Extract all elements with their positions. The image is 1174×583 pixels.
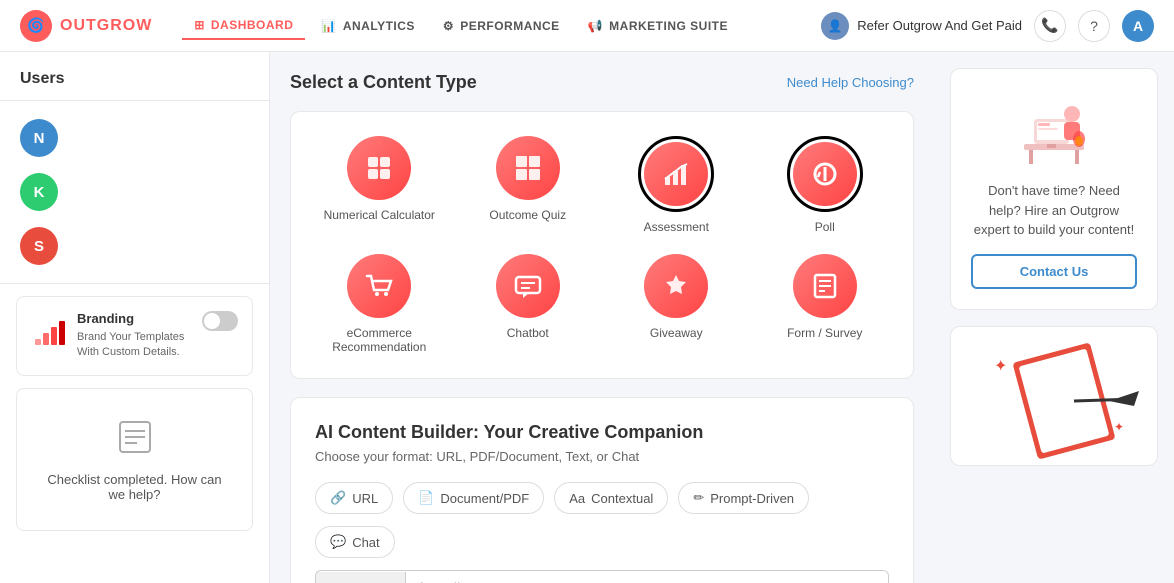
content-type-grid-card: Numerical Calculator Outcome Quiz — [290, 111, 914, 379]
add-link-row: ADD LINK — [315, 570, 889, 583]
expert-illustration — [1014, 89, 1094, 169]
content-type-poll[interactable]: Poll — [761, 136, 890, 234]
branding-toggle[interactable] — [202, 311, 238, 331]
main-nav: ⊞ DASHBOARD 📊 ANALYTICS ⚙ PERFORMANCE 📢 … — [182, 12, 740, 40]
contextual-icon: Aa — [569, 491, 585, 506]
numerical-calculator-label: Numerical Calculator — [324, 208, 435, 222]
nav-dashboard[interactable]: ⊞ DASHBOARD — [182, 12, 305, 40]
outcome-quiz-label: Outcome Quiz — [489, 208, 566, 222]
prompt-icon: ✏ — [693, 490, 704, 506]
logo-text: OUTGROW — [60, 17, 152, 35]
sidebar: Users N K S — [0, 52, 270, 583]
form-survey-label: Form / Survey — [787, 326, 862, 340]
content-type-numerical-calculator[interactable]: Numerical Calculator — [315, 136, 444, 234]
header-right: 👤 Refer Outgrow And Get Paid 📞 ? A — [821, 10, 1154, 42]
marketing-icon: 📢 — [588, 19, 603, 33]
logo-icon: 🌀 — [20, 10, 52, 42]
expert-description: Don't have time? Need help? Hire an Outg… — [971, 181, 1137, 240]
contextual-format-button[interactable]: Aa Contextual — [554, 482, 668, 514]
assessment-icon — [644, 142, 708, 206]
poll-label: Poll — [815, 220, 835, 234]
content-type-chatbot[interactable]: Chatbot — [464, 254, 593, 354]
chat-format-button[interactable]: 💬 Chat — [315, 526, 395, 558]
promo-illustration: ✦ ✦ — [950, 326, 1158, 466]
expert-card: Don't have time? Need help? Hire an Outg… — [950, 68, 1158, 310]
branding-text: Branding Brand Your Templates With Custo… — [77, 311, 192, 361]
user-avatar-k: K — [20, 173, 58, 211]
contact-us-button[interactable]: Contact Us — [971, 254, 1137, 289]
user-avatar-n: N — [20, 119, 58, 157]
branding-desc: Brand Your Templates With Custom Details… — [77, 330, 192, 361]
content-type-giveaway[interactable]: Giveaway — [612, 254, 741, 354]
content-type-title: Select a Content Type — [290, 72, 477, 93]
ecommerce-icon — [347, 254, 411, 318]
help-choosing-link[interactable]: Need Help Choosing? — [787, 75, 914, 90]
branding-title: Branding — [77, 311, 192, 326]
numerical-calculator-icon — [347, 136, 411, 200]
ecommerce-label: eCommerce Recommendation — [315, 326, 444, 354]
format-buttons-row2: 💬 Chat — [315, 526, 889, 558]
content-header: Select a Content Type Need Help Choosing… — [290, 72, 914, 93]
prompt-format-button[interactable]: ✏ Prompt-Driven — [678, 482, 809, 514]
chatbot-icon — [496, 254, 560, 318]
main-content: Select a Content Type Need Help Choosing… — [270, 52, 934, 583]
phone-button[interactable]: 📞 — [1034, 10, 1066, 42]
content-type-grid: Numerical Calculator Outcome Quiz — [315, 136, 889, 354]
user-item[interactable]: K — [0, 165, 269, 219]
performance-icon: ⚙ — [443, 19, 454, 33]
main-layout: Users N K S — [0, 52, 1174, 583]
user-list: N K S — [0, 101, 269, 283]
giveaway-icon — [644, 254, 708, 318]
checklist-icon — [45, 417, 224, 464]
poll-selected-border — [787, 136, 863, 212]
content-type-form-survey[interactable]: Form / Survey — [761, 254, 890, 354]
user-avatar[interactable]: A — [1122, 10, 1154, 42]
ai-builder-subtitle: Choose your format: URL, PDF/Document, T… — [315, 449, 889, 464]
nav-performance[interactable]: ⚙ PERFORMANCE — [431, 13, 572, 39]
chatbot-label: Chatbot — [507, 326, 549, 340]
giveaway-label: Giveaway — [650, 326, 703, 340]
toggle-thumb — [204, 313, 220, 329]
refer-avatar: 👤 — [821, 12, 849, 40]
right-panel: Don't have time? Need help? Hire an Outg… — [934, 52, 1174, 583]
svg-text:✦: ✦ — [994, 358, 1007, 375]
user-item[interactable]: S — [0, 219, 269, 273]
form-survey-icon — [793, 254, 857, 318]
ai-builder-title: AI Content Builder: Your Creative Compan… — [315, 422, 889, 443]
branding-icon — [31, 311, 67, 347]
content-type-outcome-quiz[interactable]: Outcome Quiz — [464, 136, 593, 234]
checklist-text: Checklist completed. How can we help? — [45, 472, 224, 502]
ai-builder-card: AI Content Builder: Your Creative Compan… — [290, 397, 914, 583]
url-format-button[interactable]: 🔗 URL — [315, 482, 393, 514]
poll-icon — [793, 142, 857, 206]
nav-analytics[interactable]: 📊 ANALYTICS — [309, 13, 427, 39]
document-format-button[interactable]: 📄 Document/PDF — [403, 482, 544, 514]
sidebar-title: Users — [0, 52, 269, 100]
user-avatar-s: S — [20, 227, 58, 265]
app-header: 🌀 OUTGROW ⊞ DASHBOARD 📊 ANALYTICS ⚙ PERF… — [0, 0, 1174, 52]
assessment-label: Assessment — [644, 220, 709, 234]
nav-marketing[interactable]: 📢 MARKETING SUITE — [576, 13, 740, 39]
assessment-selected-border — [638, 136, 714, 212]
add-link-input[interactable] — [406, 571, 888, 583]
document-icon: 📄 — [418, 490, 434, 506]
logo[interactable]: 🌀 OUTGROW — [20, 10, 152, 42]
refer-button[interactable]: 👤 Refer Outgrow And Get Paid — [821, 12, 1022, 40]
help-button[interactable]: ? — [1078, 10, 1110, 42]
url-icon: 🔗 — [330, 490, 346, 506]
outcome-quiz-icon — [496, 136, 560, 200]
add-link-label: ADD LINK — [316, 572, 406, 583]
content-type-ecommerce[interactable]: eCommerce Recommendation — [315, 254, 444, 354]
svg-text:✦: ✦ — [1114, 420, 1124, 434]
chat-icon: 💬 — [330, 534, 346, 550]
branding-card: Branding Brand Your Templates With Custo… — [16, 296, 253, 376]
dashboard-icon: ⊞ — [194, 18, 205, 32]
analytics-icon: 📊 — [321, 19, 336, 33]
user-item[interactable]: N — [0, 111, 269, 165]
checklist-card: Checklist completed. How can we help? — [16, 388, 253, 531]
content-type-assessment[interactable]: Assessment — [612, 136, 741, 234]
format-buttons: 🔗 URL 📄 Document/PDF Aa Contextual ✏ Pro… — [315, 482, 889, 514]
